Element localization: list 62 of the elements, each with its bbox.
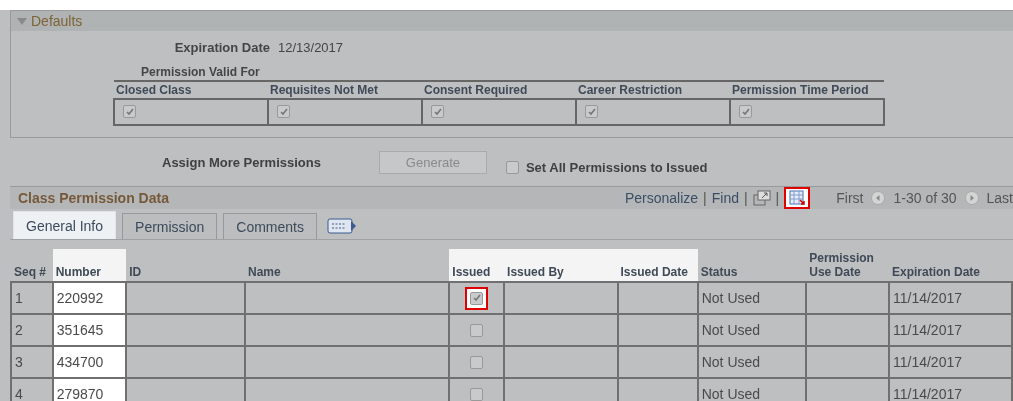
tab[interactable]: General Info — [13, 211, 117, 239]
column-header: Issued Date — [617, 249, 698, 282]
column-header: Consent Required — [422, 81, 576, 99]
checkbox-label: Set All Permissions to Issued — [525, 159, 708, 175]
table-cell: 11/14/2017 — [888, 282, 1012, 314]
column-header: ID — [126, 249, 245, 282]
section-title[interactable]: Defaults — [31, 13, 83, 29]
separator: | — [743, 190, 748, 206]
checkbox[interactable] — [470, 387, 484, 401]
table-cell: 2 — [11, 314, 53, 346]
separator: | — [703, 190, 707, 206]
column-header: Permission Time Period — [730, 81, 884, 99]
column-header: Closed Class — [114, 81, 268, 99]
checkbox[interactable] — [123, 105, 136, 118]
table-cell: 4 — [11, 378, 53, 401]
checkbox[interactable] — [431, 105, 444, 118]
checkbox[interactable] — [585, 105, 598, 118]
grid-link[interactable]: Find — [711, 190, 739, 206]
tab[interactable]: Comments — [223, 213, 317, 239]
previous-icon[interactable] — [871, 191, 886, 205]
table-cell: Not Used — [697, 314, 807, 346]
column-header: Requisites Not Met — [268, 81, 422, 99]
table-cell: 1 — [11, 282, 53, 314]
page-range: 1-30 of 30 — [893, 190, 957, 206]
table-cell: 11/14/2017 — [888, 314, 1012, 346]
checkbox[interactable] — [470, 291, 484, 305]
table-cell: 11/14/2017 — [888, 346, 1012, 378]
checkbox[interactable] — [470, 355, 484, 369]
checkbox[interactable] — [470, 323, 484, 337]
table-cell: 220992 — [52, 282, 127, 314]
checkbox[interactable] — [739, 105, 752, 118]
table-cell: 3 — [11, 346, 53, 378]
section-label: Assign More Permissions — [162, 154, 321, 170]
column-header: Issued By — [504, 249, 618, 282]
last-link[interactable]: Last — [986, 190, 1013, 206]
column-header: Seq # — [11, 249, 53, 282]
field-label: Expiration Date — [173, 39, 270, 55]
column-header: Career Restriction — [576, 81, 730, 99]
column-header: Name — [245, 249, 450, 282]
tab[interactable]: Permission — [122, 213, 218, 239]
column-header: Expiration Date — [888, 249, 1012, 282]
column-header: Permission Use Date — [806, 249, 889, 282]
first-link[interactable]: First — [836, 190, 864, 206]
column-header: Status — [697, 249, 807, 282]
table-cell: Not Used — [697, 282, 807, 314]
collapse-triangle-icon[interactable] — [17, 17, 27, 25]
group-label: Permission Valid For — [141, 65, 261, 79]
new-window-icon[interactable] — [752, 190, 771, 206]
grid-title: Class Permission Data — [17, 190, 170, 206]
checkbox[interactable] — [277, 105, 290, 118]
table-cell: 351645 — [52, 314, 127, 346]
checkbox[interactable] — [505, 160, 519, 174]
table-cell: Not Used — [697, 346, 807, 378]
column-header: Number — [52, 249, 127, 282]
column-header: Issued — [449, 249, 505, 282]
show-all-columns-icon[interactable] — [327, 217, 357, 235]
spreadsheet-download-icon[interactable] — [784, 187, 811, 209]
field-value: 12/13/2017 — [278, 39, 344, 55]
separator: | — [775, 190, 780, 206]
next-icon[interactable] — [964, 191, 979, 205]
grid-link[interactable]: Personalize — [624, 190, 699, 206]
table-cell: 434700 — [52, 346, 127, 378]
